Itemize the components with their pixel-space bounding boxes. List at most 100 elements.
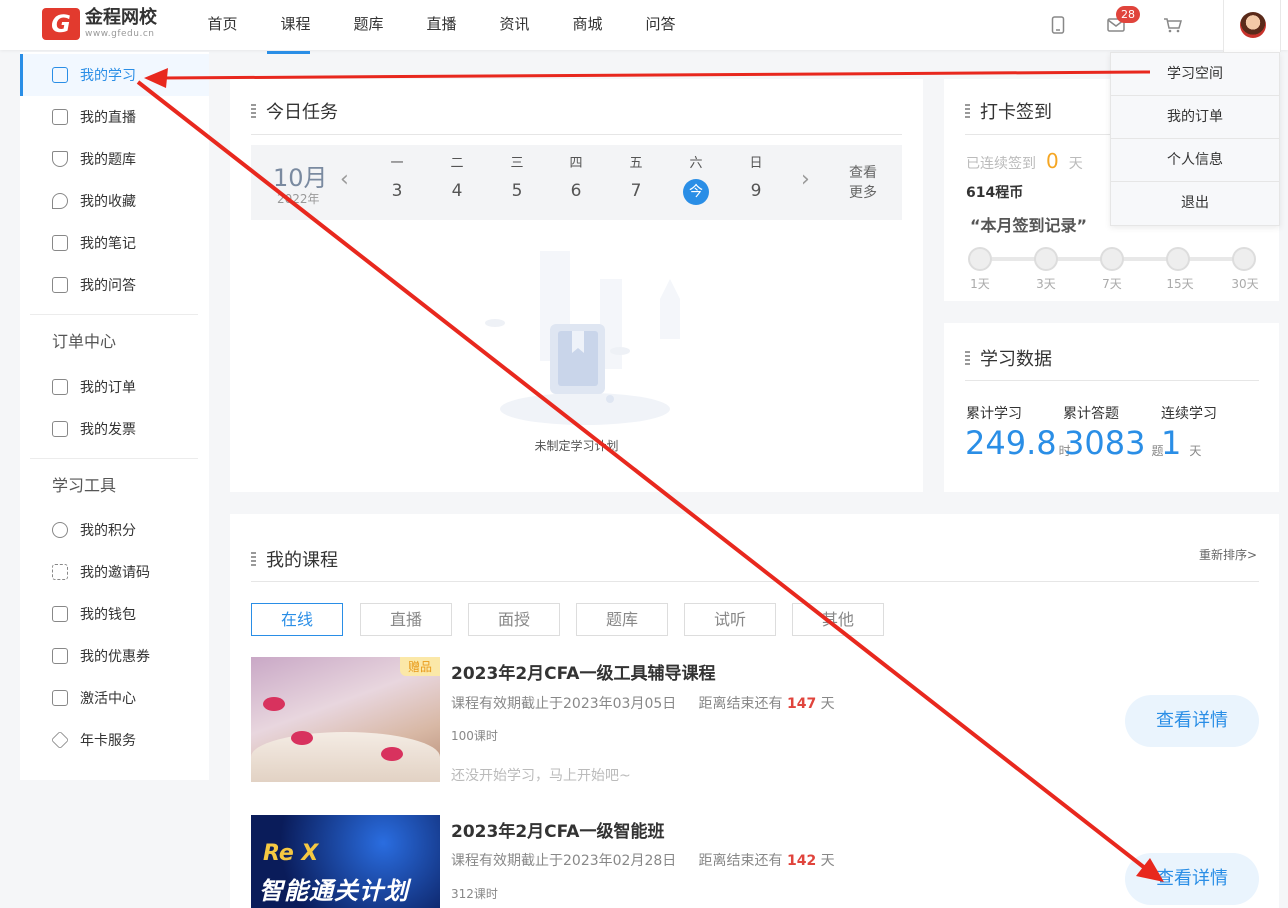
view-details-button[interactable]: 查看详情 — [1125, 853, 1259, 905]
next-week-chevron-icon[interactable]: › — [801, 167, 810, 192]
checkin-streak: 已连续签到 0 天 — [966, 149, 1083, 173]
sidebar-item-label: 我的直播 — [80, 110, 136, 126]
sidebar-item-label: 我的收藏 — [80, 194, 136, 210]
sidebar-item-label: 激活中心 — [80, 691, 136, 707]
scan-icon — [52, 564, 68, 580]
course-title[interactable]: 2023年2月CFA一级智能班 — [451, 817, 664, 842]
invoice-icon — [52, 421, 68, 437]
dropdown-logout[interactable]: 退出 — [1111, 182, 1279, 225]
tab-online[interactable]: 在线 — [251, 603, 343, 636]
nav-courses[interactable]: 课程 — [259, 0, 332, 54]
course-start-hint: 还没开始学习，马上开始吧~ — [451, 768, 631, 784]
grip-icon — [965, 351, 970, 365]
dropdown-my-orders[interactable]: 我的订单 — [1111, 96, 1279, 139]
sidebar-item-my-notes[interactable]: 我的笔记 — [20, 222, 209, 264]
sidebar-item-my-invoices[interactable]: 我的发票 — [20, 408, 209, 450]
sidebar-item-my-live[interactable]: 我的直播 — [20, 96, 209, 138]
dropdown-profile[interactable]: 个人信息 — [1111, 139, 1279, 182]
empty-plan-illustration-icon — [485, 251, 680, 425]
nav-mall[interactable]: 商城 — [551, 0, 624, 50]
calendar-day[interactable]: 日9 — [741, 155, 771, 205]
stat-label: 连续学习 — [1161, 406, 1217, 422]
calendar-day[interactable]: 四6 — [561, 155, 591, 205]
prev-week-chevron-icon[interactable]: ‹ — [340, 167, 349, 192]
milestone-dot — [1232, 247, 1256, 271]
sidebar: 我的学习 我的直播 我的题库 我的收藏 我的笔记 我的问答 订单中心 我的订单 … — [20, 52, 209, 780]
nav-qa[interactable]: 问答 — [624, 0, 697, 50]
sidebar-item-my-points[interactable]: 我的积分 — [20, 509, 209, 551]
calendar-day[interactable]: 一3 — [382, 155, 412, 205]
divider — [251, 134, 902, 135]
course-title[interactable]: 2023年2月CFA一级工具辅导课程 — [451, 659, 715, 684]
calendar-day-today[interactable]: 六今 — [681, 155, 711, 205]
calendar-day[interactable]: 二4 — [442, 155, 472, 205]
tab-question-bank[interactable]: 题库 — [576, 603, 668, 636]
milestone-label: 30天 — [1231, 277, 1259, 291]
calendar-day[interactable]: 五7 — [621, 155, 651, 205]
my-courses-title: 我的课程 — [251, 546, 338, 572]
sidebar-item-label: 我的题库 — [80, 152, 136, 168]
stat-total-answers: 3083 题 — [1064, 424, 1164, 462]
nav-live[interactable]: 直播 — [405, 0, 478, 50]
top-header: G 金程网校 www.gfedu.cn 首页 课程 题库 直播 资讯 商城 问答… — [0, 0, 1288, 54]
nav-news[interactable]: 资讯 — [478, 0, 551, 50]
book-icon — [52, 67, 68, 83]
tab-in-person[interactable]: 面授 — [468, 603, 560, 636]
sidebar-item-my-study[interactable]: 我的学习 — [20, 54, 209, 96]
chat-icon — [52, 277, 68, 293]
edit-icon — [52, 235, 68, 251]
sidebar-item-annual-card[interactable]: 年卡服务 — [20, 719, 209, 761]
study-stats-title: 学习数据 — [965, 345, 1052, 371]
sidebar-item-my-question-bank[interactable]: 我的题库 — [20, 138, 209, 180]
main-nav: 首页 课程 题库 直播 资讯 商城 问答 — [186, 0, 697, 54]
stat-streak-days: 1天 — [1161, 424, 1202, 462]
study-stats-card: 学习数据 累计学习 累计答题 连续学习 249.8 时 3083 题 1天 — [944, 323, 1279, 492]
milestone-label: 7天 — [1102, 277, 1122, 291]
card-icon — [52, 690, 68, 706]
gift-badge: 赠品 — [399, 657, 440, 676]
resort-link[interactable]: 重新排序> — [1199, 546, 1257, 563]
user-menu-trigger[interactable] — [1223, 0, 1281, 52]
sidebar-section-tools: 学习工具 — [52, 476, 117, 495]
view-details-button[interactable]: 查看详情 — [1125, 695, 1259, 747]
sidebar-item-my-invite-code[interactable]: 我的邀请码 — [20, 551, 209, 593]
sidebar-item-my-qa[interactable]: 我的问答 — [20, 264, 209, 306]
grip-icon — [251, 552, 256, 566]
dropdown-study-space[interactable]: 学习空间 — [1111, 53, 1279, 96]
tab-live[interactable]: 直播 — [360, 603, 452, 636]
layers-icon — [50, 730, 70, 750]
sidebar-item-activation-center[interactable]: 激活中心 — [20, 677, 209, 719]
nav-question-bank[interactable]: 题库 — [332, 0, 405, 50]
view-more-link[interactable]: 查看更多 — [849, 163, 881, 203]
sidebar-item-label: 我的学习 — [80, 68, 136, 84]
sidebar-item-my-orders[interactable]: 我的订单 — [20, 366, 209, 408]
sidebar-item-label: 我的积分 — [80, 523, 136, 539]
checkin-record-title: “本月签到记录” — [970, 216, 1088, 235]
sidebar-divider — [30, 314, 198, 315]
today-tasks-title: 今日任务 — [251, 98, 338, 124]
calendar-day[interactable]: 三5 — [502, 155, 532, 205]
course-thumbnail[interactable]: 赠品 — [251, 657, 440, 782]
sidebar-item-my-favorites[interactable]: 我的收藏 — [20, 180, 209, 222]
wallet-icon — [52, 606, 68, 622]
tab-other[interactable]: 其他 — [792, 603, 884, 636]
course-expiry: 课程有效期截止于2023年02月28日 距离结束还有 142 天 — [451, 853, 835, 869]
cup-icon — [52, 151, 68, 167]
milestone-dot — [1100, 247, 1124, 271]
checkin-coins: 614程币 — [966, 185, 1024, 201]
tab-trial[interactable]: 试听 — [684, 603, 776, 636]
sidebar-item-my-wallet[interactable]: 我的钱包 — [20, 593, 209, 635]
sidebar-item-label: 我的钱包 — [80, 607, 136, 623]
milestone-label: 15天 — [1166, 277, 1194, 291]
sidebar-item-label: 我的邀请码 — [80, 565, 150, 581]
stat-total-hours: 249.8 时 — [965, 424, 1071, 462]
stat-label: 累计学习 — [966, 406, 1022, 422]
sidebar-item-my-coupons[interactable]: 我的优惠券 — [20, 635, 209, 677]
course-thumbnail[interactable]: Re X 智能通关计划 — [251, 815, 440, 908]
mobile-icon[interactable] — [1047, 14, 1069, 36]
site-logo[interactable]: G 金程网校 www.gfedu.cn — [42, 8, 157, 40]
grip-icon — [965, 104, 970, 118]
avatar[interactable] — [1240, 12, 1266, 38]
cart-icon[interactable] — [1162, 14, 1184, 36]
nav-home[interactable]: 首页 — [186, 0, 259, 50]
